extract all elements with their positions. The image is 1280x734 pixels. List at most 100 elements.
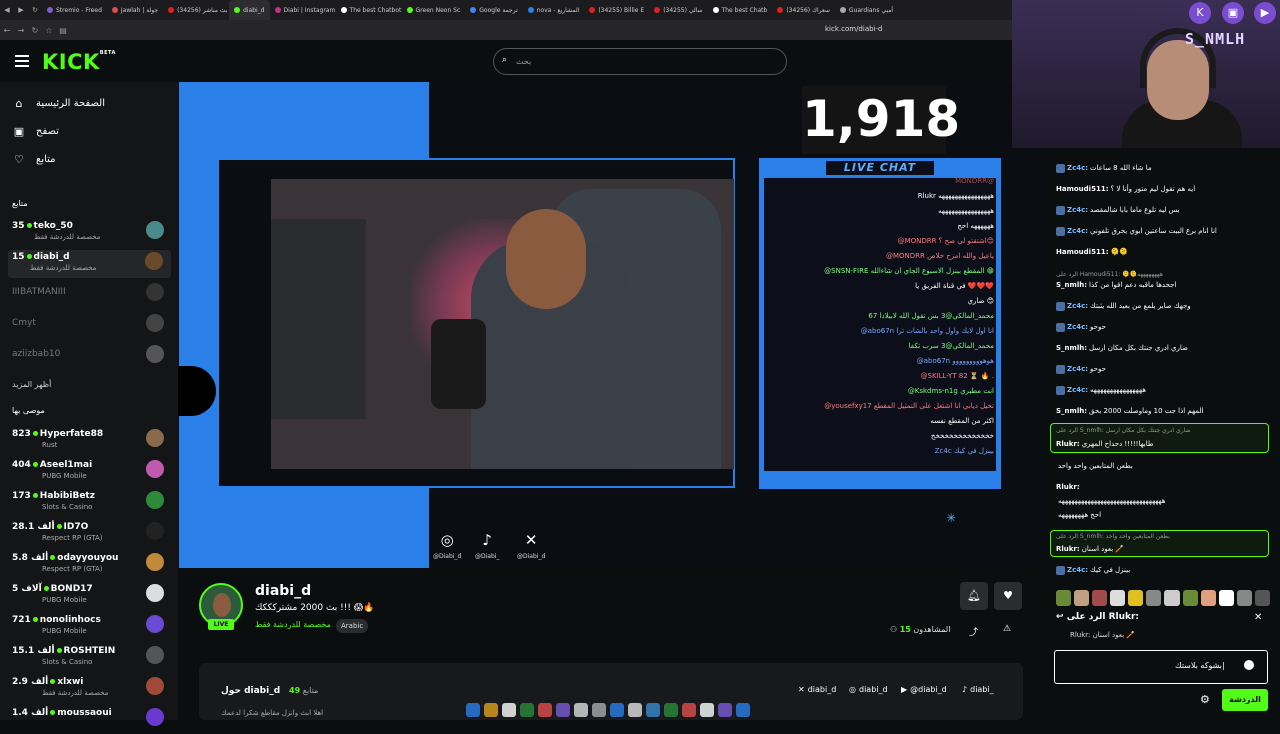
taskbar-app-icon[interactable]: [592, 702, 606, 717]
recommended-channel[interactable]: 5 آلاف BOND17 PUBG Mobile: [12, 582, 172, 610]
chat-username[interactable]: Zc4c:: [1067, 302, 1088, 310]
chat-username[interactable]: Zc4c:: [1067, 227, 1088, 235]
browser-tab[interactable]: (34256) بث مباشر: [163, 0, 229, 20]
player-social-link[interactable]: ✕ @Diabi_d: [517, 530, 545, 560]
chat-settings-gear-icon[interactable]: ⚙: [1200, 693, 1210, 706]
taskbar-app-icon[interactable]: [736, 702, 750, 717]
emote-icon[interactable]: [1164, 590, 1180, 606]
recommended-channel[interactable]: 15.1 ألف ROSHTEIN Slots & Casino: [12, 644, 172, 672]
channel-name[interactable]: diabi_d: [255, 583, 311, 599]
taskbar-app-icon[interactable]: [556, 702, 570, 717]
recommended-channel[interactable]: 5.8 ألف odayyouyou Respect RP (GTA): [12, 551, 172, 579]
about-social-link[interactable]: ✕ diabi_d: [798, 685, 836, 694]
sidebar-nav-item[interactable]: ♡ متابع: [12, 153, 55, 166]
tab-reload-icon[interactable]: ↻: [28, 6, 42, 14]
browser-tab[interactable]: Google ترجمة: [465, 0, 522, 20]
followed-channel[interactable]: IIIBATMANIII: [12, 281, 172, 309]
browser-tab[interactable]: (34255) سالي: [649, 0, 707, 20]
share-icon[interactable]: ⤴: [969, 625, 978, 638]
chat-username[interactable]: Hamoudi511:: [1056, 248, 1109, 256]
taskbar-app-icon[interactable]: [628, 702, 642, 717]
emote-bar[interactable]: [1056, 590, 1270, 608]
emote-icon[interactable]: [1200, 590, 1216, 606]
browser-tab[interactable]: Jawlah | جولة: [107, 0, 163, 20]
browser-tab[interactable]: nova - المشاريع: [523, 0, 585, 20]
emote-icon[interactable]: [1146, 590, 1162, 606]
about-social-link[interactable]: ◎ diabi_d: [849, 685, 888, 694]
emote-icon[interactable]: [1236, 590, 1252, 606]
search-input[interactable]: ⌕ بحث: [493, 48, 787, 75]
emote-icon[interactable]: [1218, 590, 1234, 606]
close-reply-icon[interactable]: ✕: [1254, 612, 1262, 623]
player-social-link[interactable]: ◎ @Diabi_d: [433, 530, 461, 560]
followed-channel[interactable]: Cmyt: [12, 312, 172, 340]
browser-tab[interactable]: Stremio - Freed: [42, 0, 107, 20]
emote-icon[interactable]: [1092, 590, 1108, 606]
sidebar-nav-item[interactable]: ⌂ الصفحة الرئيسية: [12, 97, 106, 110]
emote-icon[interactable]: [1110, 590, 1126, 606]
chat-username[interactable]: Zc4c:: [1067, 323, 1088, 331]
browser-tab[interactable]: Diabi | Instagram: [270, 0, 336, 20]
taskbar-app-icon[interactable]: [682, 702, 696, 717]
kick-logo[interactable]: KICKBETA: [42, 50, 116, 74]
taskbar-app-icon[interactable]: [502, 702, 516, 717]
chat-input[interactable]: بشوكه بلاستك|: [1054, 650, 1268, 684]
tab-forward-icon[interactable]: ▶: [14, 6, 28, 14]
emote-icon[interactable]: [1182, 590, 1198, 606]
taskbar-app-icon[interactable]: [484, 702, 498, 717]
chat-username[interactable]: Zc4c:: [1067, 206, 1088, 214]
recommended-channel[interactable]: 721 nonolinhocs PUBG Mobile: [12, 613, 172, 641]
emote-icon[interactable]: [1128, 590, 1144, 606]
emoji-icon[interactable]: [1244, 660, 1254, 670]
chat-username[interactable]: Rlukr:: [1056, 483, 1080, 491]
followed-channel[interactable]: 35 teko_50 مخصصة للدردشة فقط: [12, 219, 172, 247]
recommended-channel[interactable]: 404 Aseel1mai PUBG Mobile: [12, 458, 172, 486]
chat-username[interactable]: Zc4c:: [1067, 365, 1088, 373]
chat-username[interactable]: Rlukr:: [1056, 545, 1080, 553]
chat-username[interactable]: Zc4c:: [1067, 566, 1088, 574]
emote-icon[interactable]: [1254, 590, 1270, 606]
taskbar-app-icon[interactable]: [520, 702, 534, 717]
browser-tab[interactable]: The best Chatbot: [336, 0, 402, 20]
forward-icon[interactable]: →: [14, 26, 28, 35]
reload-icon[interactable]: ↻: [28, 26, 42, 35]
recommended-channel[interactable]: 28.1 ألف ID7O Respect RP (GTA): [12, 520, 172, 548]
chat-username[interactable]: S_nmlh:: [1056, 407, 1087, 415]
back-icon[interactable]: ←: [0, 26, 14, 35]
taskbar-app-icon[interactable]: [718, 702, 732, 717]
bookmark-icon[interactable]: ☆: [42, 26, 56, 35]
url-field[interactable]: kick.com/diabi-d: [825, 25, 882, 33]
send-chat-button[interactable]: الدردشة: [1222, 689, 1268, 711]
taskbar-app-icon[interactable]: [538, 702, 552, 717]
browser-tab[interactable]: Green Neon Sc: [402, 0, 466, 20]
taskbar-app-icon[interactable]: [700, 702, 714, 717]
recommended-channel[interactable]: 823 Hyperfate88 Rust: [12, 427, 172, 455]
report-icon[interactable]: ⚠: [1003, 624, 1011, 634]
about-social-link[interactable]: ▶ @diabi_d: [901, 685, 947, 694]
notification-bell-button[interactable]: 🔔︎: [960, 582, 988, 610]
chat-username[interactable]: Hamoudi511:: [1056, 185, 1109, 193]
taskbar-app-icon[interactable]: [574, 702, 588, 717]
browser-tab[interactable]: Guardians أمبي: [835, 0, 898, 20]
chat-username[interactable]: S_nmlh:: [1056, 344, 1087, 352]
sidebar-nav-item[interactable]: ▣ تصفح: [12, 125, 59, 138]
tab-back-icon[interactable]: ◀: [0, 6, 14, 14]
show-more-link[interactable]: أظهر المزيد: [12, 380, 51, 389]
hamburger-menu-icon[interactable]: [15, 55, 29, 67]
player-social-link[interactable]: ♪ @Diabi_: [475, 530, 499, 560]
followed-channel[interactable]: aziizbab10: [12, 343, 172, 371]
recommended-channel[interactable]: 173 HabibiBetz Slots & Casino: [12, 489, 172, 517]
browser-tab[interactable]: The best Chatb: [708, 0, 773, 20]
browser-tab[interactable]: (34256) سعراك: [772, 0, 835, 20]
emote-icon[interactable]: [1056, 590, 1072, 606]
language-tag[interactable]: Arabic: [336, 619, 369, 633]
taskbar-app-icon[interactable]: [466, 702, 480, 717]
chat-username[interactable]: Zc4c:: [1067, 386, 1088, 394]
chat-username[interactable]: Rlukr:: [1056, 440, 1080, 448]
browser-tab[interactable]: diabi_d: [229, 0, 270, 20]
chat-username[interactable]: Zc4c:: [1067, 164, 1088, 172]
taskbar-app-icon[interactable]: [646, 702, 660, 717]
taskbar-app-icon[interactable]: [664, 702, 678, 717]
emote-icon[interactable]: [1074, 590, 1090, 606]
follow-button[interactable]: ♥: [994, 582, 1022, 610]
